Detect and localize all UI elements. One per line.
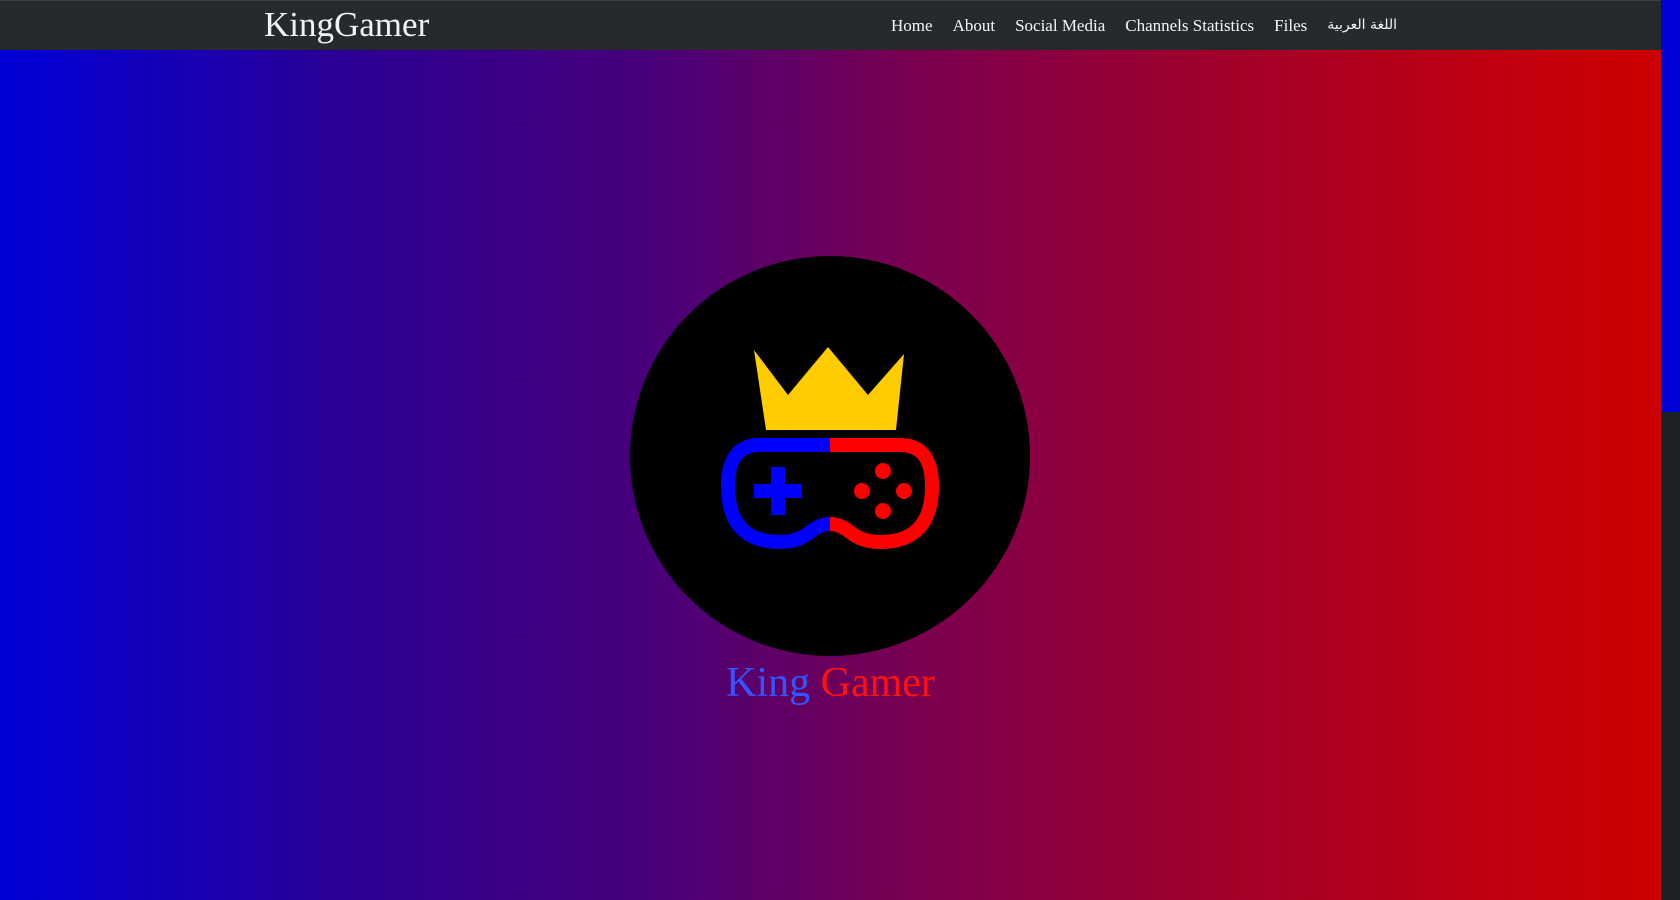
button-right — [896, 483, 912, 499]
button-left — [854, 483, 870, 499]
nav-link-channels-statistics[interactable]: Channels Statistics — [1125, 16, 1254, 36]
crown-icon — [754, 347, 904, 430]
scrollbar-thumb[interactable] — [1661, 0, 1680, 412]
controller-right-half — [829, 438, 939, 549]
hero-section: King Gamer — [0, 50, 1661, 900]
nav-link-social-media[interactable]: Social Media — [1015, 16, 1105, 36]
nav-link-about[interactable]: About — [953, 16, 996, 36]
top-navbar: KingGamer Home About Social Media Channe… — [0, 0, 1661, 50]
hero-title-gamer: Gamer — [820, 660, 935, 706]
dpad-vertical — [771, 467, 785, 515]
crown-gamepad-icon — [721, 347, 939, 549]
hero-title: King Gamer — [0, 656, 1661, 710]
button-top — [875, 463, 891, 479]
hero-title-king: King — [726, 660, 811, 706]
button-bottom — [875, 503, 891, 519]
logo-circle — [630, 256, 1030, 656]
nav-link-home[interactable]: Home — [891, 16, 933, 36]
page: KingGamer Home About Social Media Channe… — [0, 0, 1680, 900]
page-scrollbar[interactable] — [1661, 0, 1680, 900]
nav-links: Home About Social Media Channels Statist… — [891, 1, 1397, 51]
nav-link-arabic-language[interactable]: اللغة العربية — [1327, 17, 1397, 33]
nav-link-files[interactable]: Files — [1274, 16, 1307, 36]
brand-logo-link[interactable]: KingGamer — [264, 5, 429, 45]
